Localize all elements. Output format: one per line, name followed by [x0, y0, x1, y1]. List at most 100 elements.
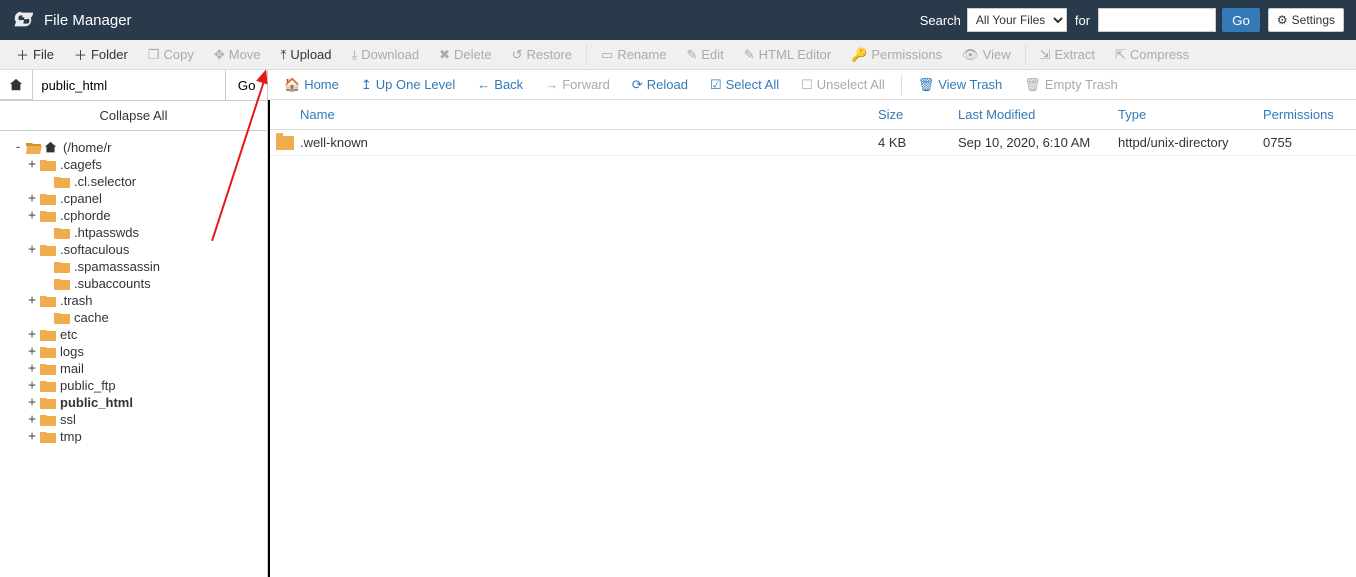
nav-home-button[interactable]: 🏠Home — [274, 70, 349, 100]
tree-node-ssl[interactable]: + ssl — [12, 411, 263, 428]
tree-node-etc[interactable]: +etc — [12, 326, 263, 343]
tree-toggle[interactable]: + — [26, 378, 38, 393]
tree-label: public_ftp — [60, 378, 116, 393]
rename-button[interactable]: ▭Rename — [591, 40, 676, 70]
copy-label: Copy — [164, 47, 194, 62]
empty-trash-button[interactable]: 🗑Empty Trash — [1014, 70, 1127, 100]
collapse-all-button[interactable]: Collapse All — [0, 101, 267, 131]
tree-toggle[interactable]: + — [26, 344, 38, 359]
search-input[interactable] — [1098, 8, 1216, 32]
tree-toggle[interactable]: - — [12, 140, 24, 155]
copy-button[interactable]: ❐ Copy — [138, 40, 204, 70]
extract-button[interactable]: ⇲Extract — [1030, 40, 1105, 70]
column-name[interactable]: Name — [270, 107, 870, 122]
view-trash-button[interactable]: 🗑View Trash — [908, 70, 1013, 100]
tree-label: ssl — [60, 412, 76, 427]
move-label: Move — [229, 47, 261, 62]
tree-node---home-r[interactable]: -(/home/r — [12, 139, 263, 156]
upload-button[interactable]: ⤒Upload — [271, 40, 342, 70]
column-permissions[interactable]: Permissions — [1255, 107, 1356, 122]
tree-node--htpasswds[interactable]: .htpasswds — [12, 224, 263, 241]
forward-button[interactable]: →Forward — [535, 70, 620, 100]
tree-node--cl-selector[interactable]: .cl.selector — [12, 173, 263, 190]
upload-icon: ⤒ — [281, 47, 287, 63]
tree-toggle[interactable]: + — [26, 293, 38, 308]
gear-icon: ⚙ — [1277, 13, 1288, 27]
select-all-icon: ☑ — [710, 77, 722, 93]
for-label: for — [1075, 13, 1090, 28]
tree-toggle[interactable]: + — [26, 191, 38, 206]
view-trash-label: View Trash — [938, 77, 1002, 92]
tree-node--subaccounts[interactable]: .subaccounts — [12, 275, 263, 292]
table-row[interactable]: .well-known4 KBSep 10, 2020, 6:10 AMhttp… — [270, 130, 1356, 156]
tree-node--cpanel[interactable]: +.cpanel — [12, 190, 263, 207]
tree-toggle[interactable]: + — [26, 242, 38, 257]
tree-toggle[interactable]: + — [26, 395, 38, 410]
tree-node-logs[interactable]: + logs — [12, 343, 263, 360]
home-path-button[interactable] — [0, 70, 33, 100]
tree-toggle[interactable]: + — [26, 157, 38, 172]
select-all-button[interactable]: ☑Select All — [700, 70, 789, 100]
tree-label: .spamassassin — [74, 259, 160, 274]
folder-icon — [40, 243, 56, 256]
view-button[interactable]: 👁View — [952, 40, 1020, 70]
folder-icon — [40, 379, 56, 392]
folder-icon — [40, 209, 56, 222]
html-editor-button[interactable]: ✎HTML Editor — [734, 40, 841, 70]
column-last-modified[interactable]: Last Modified — [950, 107, 1110, 122]
tree-node--softaculous[interactable]: +.softaculous — [12, 241, 263, 258]
edit-button[interactable]: ✎Edit — [676, 40, 733, 70]
column-size[interactable]: Size — [870, 107, 950, 122]
tree-toggle[interactable]: + — [26, 361, 38, 376]
tree-toggle[interactable]: + — [26, 429, 38, 444]
permissions-button[interactable]: 🔑Permissions — [841, 40, 952, 70]
folder-icon — [40, 345, 56, 358]
folder-tree: -(/home/r+.cagefs.cl.selector+.cpanel+.c… — [0, 131, 267, 577]
rename-icon: ▭ — [601, 47, 613, 63]
tree-toggle[interactable]: + — [26, 412, 38, 427]
move-button[interactable]: ✥ Move — [204, 40, 271, 70]
tree-label: .trash — [60, 293, 93, 308]
tree-node--cphorde[interactable]: +.cphorde — [12, 207, 263, 224]
search-scope-select[interactable]: All Your Files — [967, 8, 1067, 32]
tree-node--spamassassin[interactable]: .spamassassin — [12, 258, 263, 275]
file-pane: 🏠Home ↥Up One Level ←Back →Forward ⟳Relo… — [268, 70, 1356, 577]
tree-node-tmp[interactable]: +tmp — [12, 428, 263, 445]
delete-button[interactable]: ✖Delete — [429, 40, 501, 70]
tree-toggle[interactable]: + — [26, 208, 38, 223]
path-input[interactable] — [33, 70, 226, 100]
compress-label: Compress — [1130, 47, 1189, 62]
left-sidebar: Go Collapse All -(/home/r+.cagefs.cl.sel… — [0, 70, 268, 577]
up-one-level-button[interactable]: ↥Up One Level — [351, 70, 465, 100]
tree-node--trash[interactable]: + .trash — [12, 292, 263, 309]
extract-label: Extract — [1055, 47, 1095, 62]
copy-icon: ❐ — [148, 47, 160, 63]
tree-node--cagefs[interactable]: +.cagefs — [12, 156, 263, 173]
tree-node-public-html[interactable]: +public_html — [12, 394, 263, 411]
tree-node-cache[interactable]: cache — [12, 309, 263, 326]
tree-label: .htpasswds — [74, 225, 139, 240]
path-go-button[interactable]: Go — [226, 70, 267, 100]
search-label: Search — [920, 13, 961, 28]
view-label: View — [983, 47, 1011, 62]
file-table: Name Size Last Modified Type Permissions… — [268, 100, 1356, 577]
new-file-button[interactable]: ＋File — [6, 40, 64, 70]
tree-node-mail[interactable]: +mail — [12, 360, 263, 377]
move-icon: ✥ — [214, 47, 225, 63]
back-button[interactable]: ←Back — [467, 70, 533, 100]
reload-button[interactable]: ⟳Reload — [622, 70, 698, 100]
restore-button[interactable]: ↺Restore — [502, 40, 582, 70]
path-row: Go — [0, 70, 267, 101]
html-editor-label: HTML Editor — [759, 47, 831, 62]
compress-button[interactable]: ⇱Compress — [1105, 40, 1199, 70]
settings-button[interactable]: ⚙ Settings — [1268, 8, 1344, 32]
column-type[interactable]: Type — [1110, 107, 1255, 122]
download-button[interactable]: ⤓Download — [342, 40, 430, 70]
tree-label: logs — [60, 344, 84, 359]
search-go-button[interactable]: Go — [1222, 8, 1260, 32]
navigation-toolbar: 🏠Home ↥Up One Level ←Back →Forward ⟳Relo… — [268, 70, 1356, 100]
new-folder-button[interactable]: ＋Folder — [64, 40, 138, 70]
tree-toggle[interactable]: + — [26, 327, 38, 342]
tree-node-public-ftp[interactable]: + public_ftp — [12, 377, 263, 394]
unselect-all-button[interactable]: ☐Unselect All — [791, 70, 895, 100]
